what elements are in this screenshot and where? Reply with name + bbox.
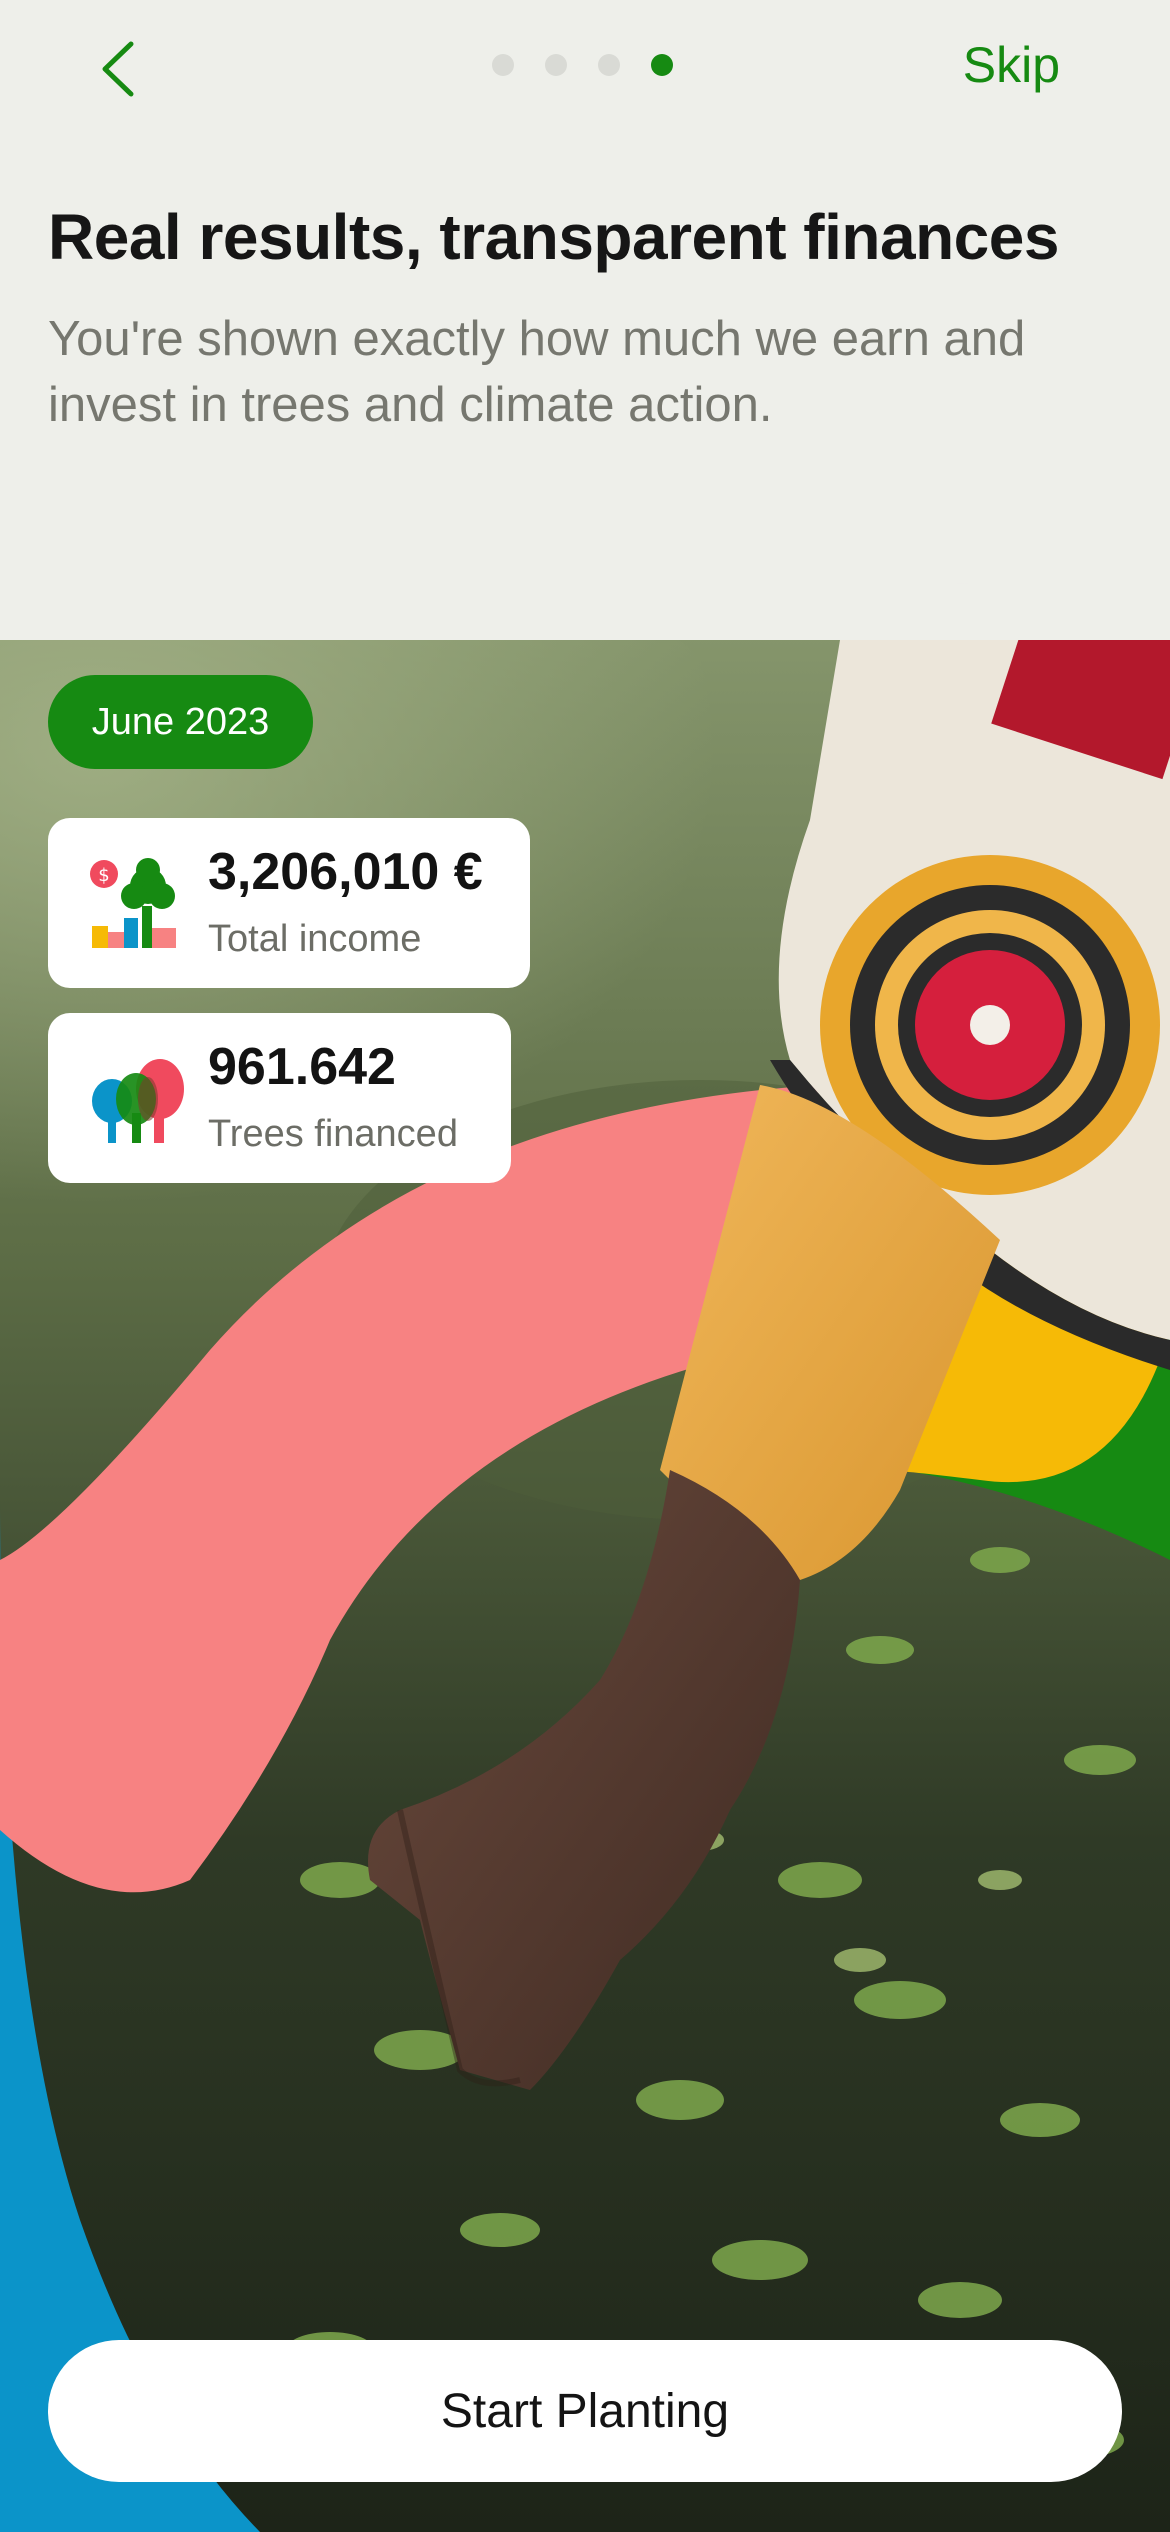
- income-chart-tree-icon: $: [90, 858, 176, 948]
- page-dot: [545, 54, 567, 76]
- trees-cluster-icon: [92, 1059, 184, 1143]
- period-badge: June 2023: [48, 675, 313, 769]
- trees-financed-card: 961.642 Trees financed: [48, 1013, 511, 1183]
- back-button[interactable]: [72, 24, 162, 114]
- start-planting-button[interactable]: Start Planting: [48, 2340, 1122, 2482]
- skip-button[interactable]: Skip: [963, 36, 1060, 94]
- page-dot: [492, 54, 514, 76]
- page-title: Real results, transparent finances: [48, 201, 1059, 273]
- page-subtitle: You're shown exactly how much we earn an…: [48, 312, 1026, 432]
- total-income-label: Total income: [208, 918, 422, 960]
- trees-financed-value: 961.642: [208, 1038, 396, 1096]
- svg-text:$: $: [98, 865, 109, 886]
- total-income-value: 3,206,010 €: [208, 843, 483, 901]
- page-dot: [598, 54, 620, 76]
- page-dot-active: [651, 54, 673, 76]
- total-income-card: $ 3,206,010 € Total income: [48, 818, 530, 988]
- trees-financed-label: Trees financed: [208, 1113, 458, 1155]
- page-indicator: [492, 54, 673, 76]
- header-wave-edge: [0, 520, 1170, 618]
- chevron-left-icon: [102, 41, 134, 97]
